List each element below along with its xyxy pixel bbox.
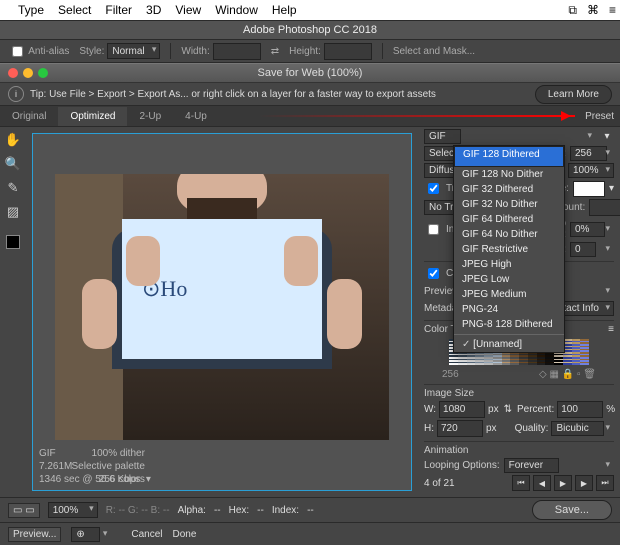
cancel-button[interactable]: Cancel: [131, 529, 162, 540]
percent-field[interactable]: [557, 401, 603, 418]
menu-3d[interactable]: 3D: [146, 3, 161, 17]
style-select[interactable]: Normal: [107, 43, 160, 59]
preset-item[interactable]: GIF 64 Dithered: [454, 212, 564, 227]
tip-bar: i Tip: Use File > Export > Export As... …: [0, 83, 620, 106]
preset-item[interactable]: JPEG High: [454, 257, 564, 272]
preset-item-custom[interactable]: [Unnamed]: [454, 337, 564, 352]
preset-item[interactable]: GIF 64 No Dither: [454, 227, 564, 242]
browser-select[interactable]: ⊕: [71, 527, 100, 542]
link-icon[interactable]: ⇅: [504, 404, 512, 415]
prev-frame-button[interactable]: ◀: [533, 475, 551, 491]
height-field[interactable]: [437, 420, 483, 437]
lossy-select[interactable]: 0: [570, 242, 596, 257]
websnap-select[interactable]: 0%: [570, 222, 605, 237]
preview-button[interactable]: Preview...: [8, 527, 61, 542]
srgb-checkbox[interactable]: [428, 268, 439, 279]
format-select[interactable]: GIF: [424, 129, 461, 144]
width-field[interactable]: [439, 401, 485, 418]
eyedropper-icon[interactable]: ✎: [4, 179, 22, 197]
menu-select[interactable]: Select: [58, 3, 91, 17]
amount-input: [589, 199, 620, 216]
slice-tool-icon[interactable]: ▨: [4, 203, 22, 221]
preset-item[interactable]: GIF 32 Dithered: [454, 182, 564, 197]
matte-swatch[interactable]: [573, 181, 605, 197]
preset-label: Preset: [585, 111, 620, 122]
dialog-titlebar[interactable]: Save for Web (100%): [0, 63, 620, 83]
learn-more-button[interactable]: Learn More: [535, 85, 612, 104]
preview-info: GIF 7.261M 1346 sec @ 56.6 Kbps ▾ 100% d…: [39, 447, 151, 486]
options-bar: Anti-alias Style:Normal Width: ⇄ Height:…: [0, 40, 620, 63]
save-button[interactable]: Save...: [532, 500, 612, 520]
dropbox-icon[interactable]: ⧉: [568, 3, 577, 18]
interlaced-checkbox[interactable]: [428, 224, 439, 235]
quality-select[interactable]: Bicubic: [551, 421, 604, 436]
bulb-icon: i: [8, 86, 24, 102]
preview-tabs: Original Optimized 2-Up 4-Up Preset: [0, 106, 620, 127]
tab-original[interactable]: Original: [0, 107, 58, 126]
last-frame-button[interactable]: ⏭: [596, 475, 614, 491]
animation-controls: ⏮ ◀ ▶ ▶ ⏭: [512, 475, 614, 491]
menu-view[interactable]: View: [175, 3, 201, 17]
play-button[interactable]: ▶: [554, 475, 572, 491]
hand-tool-icon[interactable]: ✋: [4, 131, 22, 149]
preset-item[interactable]: GIF 128 Dithered: [454, 146, 564, 167]
preset-dropdown-menu[interactable]: GIF 128 Dithered GIF 128 No Dither GIF 3…: [453, 145, 565, 353]
preset-item[interactable]: PNG-24: [454, 302, 564, 317]
zoom-select[interactable]: 100%: [48, 502, 98, 518]
looping-select[interactable]: Forever: [504, 458, 559, 473]
menu-window[interactable]: Window: [215, 3, 258, 17]
tab-2up[interactable]: 2-Up: [127, 107, 173, 126]
preset-item[interactable]: GIF Restrictive: [454, 242, 564, 257]
width-input[interactable]: [213, 43, 261, 60]
tab-4up[interactable]: 4-Up: [173, 107, 219, 126]
done-button[interactable]: Done: [173, 529, 197, 540]
preview-image: ⊙Ho: [55, 174, 389, 440]
preset-item[interactable]: GIF 128 No Dither: [454, 167, 564, 182]
colors-select[interactable]: 256: [570, 146, 607, 161]
status-icon[interactable]: ≡: [609, 3, 616, 17]
frame-counter: 4 of 21: [424, 478, 455, 489]
preset-item[interactable]: JPEG Low: [454, 272, 564, 287]
tool-panel: ✋ 🔍 ✎ ▨: [0, 127, 26, 497]
wifi-icon[interactable]: ⌘: [587, 3, 599, 17]
app-titlebar: Adobe Photoshop CC 2018: [0, 20, 620, 40]
anti-alias-checkbox[interactable]: [12, 46, 23, 57]
next-frame-button[interactable]: ▶: [575, 475, 593, 491]
menu-filter[interactable]: Filter: [105, 3, 132, 17]
menu-type[interactable]: Type: [18, 3, 44, 17]
annotation-arrow: [259, 115, 575, 117]
zoom-tool-icon[interactable]: 🔍: [4, 155, 22, 173]
transparency-checkbox[interactable]: [428, 183, 439, 194]
colortable-menu-icon[interactable]: ≡: [608, 324, 614, 335]
macos-menubar: Type Select Filter 3D View Window Help ⧉…: [0, 0, 620, 20]
select-and-mask-button[interactable]: Select and Mask...: [393, 46, 475, 57]
preview-canvas[interactable]: ⊙Ho GIF 7.261M 1346 sec @ 56.6 Kbps ▾ 10…: [32, 133, 412, 491]
ct-tools[interactable]: ◇ ▦ 🔒 ▫ 🗑: [539, 369, 596, 380]
preset-item[interactable]: GIF 32 No Dither: [454, 197, 564, 212]
dialog-footer-1: ▭ ▭ 100% R: -- G: -- B: -- Alpha:-- Hex:…: [0, 497, 620, 522]
preset-item[interactable]: JPEG Medium: [454, 287, 564, 302]
dialog-title: Save for Web (100%): [0, 67, 620, 79]
dither-select[interactable]: 100%: [568, 163, 614, 178]
preview-panel: ⊙Ho GIF 7.261M 1346 sec @ 56.6 Kbps ▾ 10…: [26, 127, 418, 497]
tip-text: Tip: Use File > Export > Export As... or…: [30, 89, 436, 100]
foreground-swatch[interactable]: [6, 235, 20, 249]
preset-item[interactable]: PNG-8 128 Dithered: [454, 317, 564, 332]
height-input[interactable]: [324, 43, 372, 60]
zoom-out-button[interactable]: ▭ ▭: [8, 503, 40, 518]
dialog-footer-2: Preview... ⊕ Cancel Done: [0, 522, 620, 545]
first-frame-button[interactable]: ⏮: [512, 475, 530, 491]
tab-optimized[interactable]: Optimized: [58, 107, 127, 126]
menu-help[interactable]: Help: [272, 3, 297, 17]
